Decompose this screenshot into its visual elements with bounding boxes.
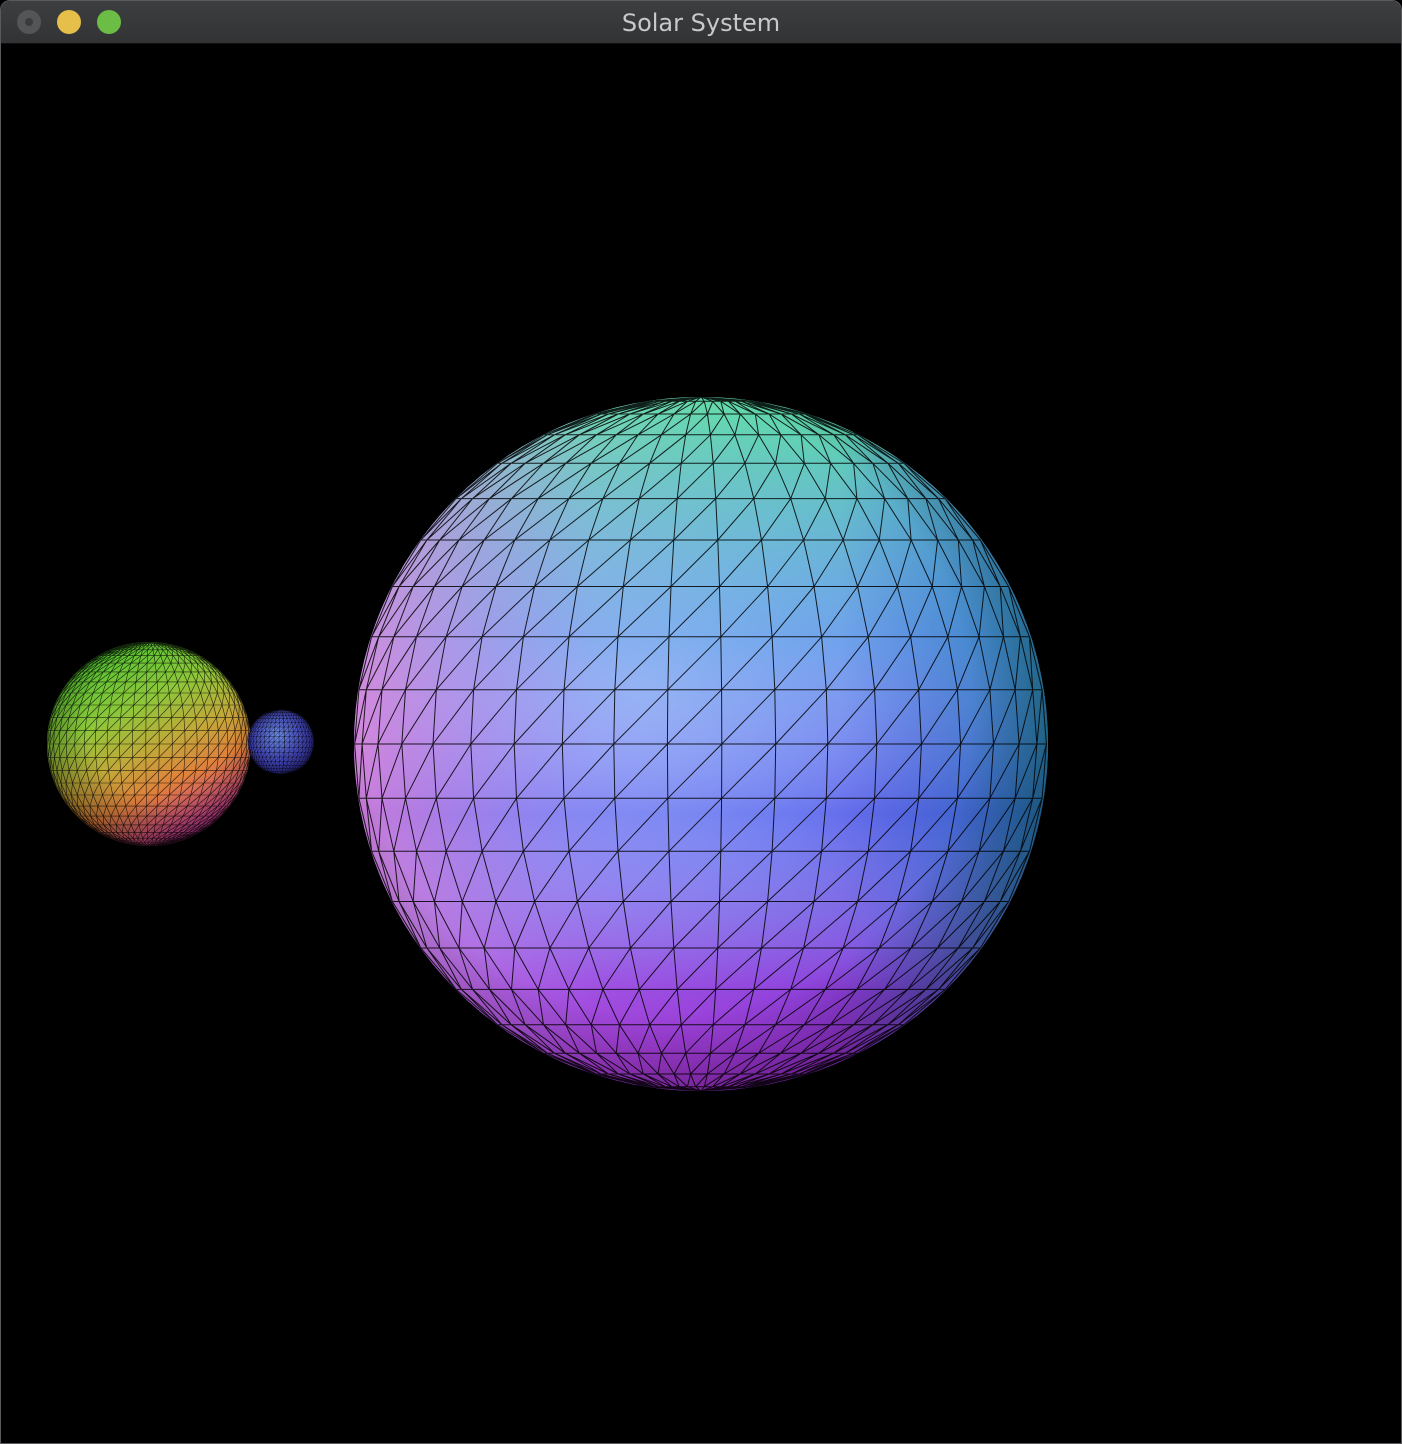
moon-sphere[interactable]: [248, 709, 314, 775]
window-title: Solar System: [621, 9, 781, 37]
title-bar[interactable]: Solar System: [1, 1, 1401, 44]
sun-sphere[interactable]: [354, 397, 1048, 1091]
scene-canvas: [47, 397, 1048, 1091]
render-viewport[interactable]: [1, 44, 1401, 1443]
planet-sphere[interactable]: [47, 642, 251, 846]
app-window: Solar System: [0, 0, 1402, 1444]
